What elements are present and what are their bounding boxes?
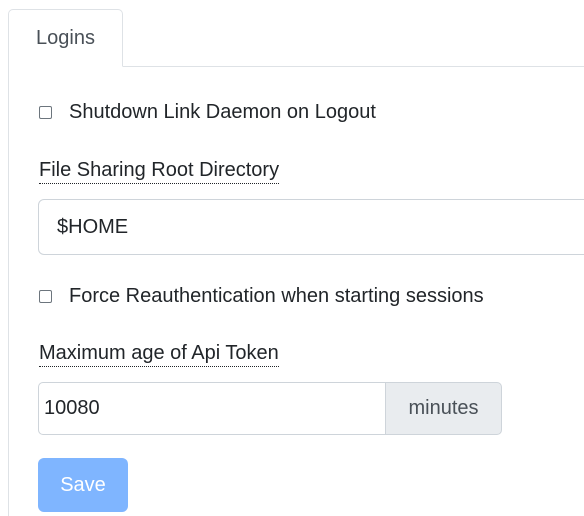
force-reauth-row[interactable]: Force Reauthentication when starting ses… — [39, 283, 484, 309]
api-token-age-value: 10080 — [44, 397, 100, 419]
save-button[interactable]: Save — [38, 458, 128, 512]
panel-border — [8, 66, 9, 516]
tab-strip-border — [123, 66, 584, 67]
shutdown-daemon-checkbox[interactable] — [39, 105, 52, 119]
api-token-age-label: Maximum age of Api Token — [39, 340, 279, 367]
root-directory-value: $HOME — [57, 215, 129, 238]
force-reauth-label: Force Reauthentication when starting ses… — [69, 284, 484, 307]
root-directory-label: File Sharing Root Directory — [39, 157, 280, 184]
api-token-age-unit: minutes — [385, 382, 502, 435]
shutdown-daemon-row[interactable]: Shutdown Link Daemon on Logout — [39, 99, 376, 125]
force-reauth-checkbox[interactable] — [39, 289, 52, 303]
api-token-age-unit-label: minutes — [408, 397, 479, 419]
save-button-label: Save — [60, 473, 106, 496]
api-token-age-input[interactable]: 10080 — [38, 382, 386, 435]
root-directory-input[interactable]: $HOME — [38, 199, 584, 255]
settings-page: Logins Shutdown Link Daemon on Logout Fi… — [0, 0, 584, 516]
shutdown-daemon-label: Shutdown Link Daemon on Logout — [69, 100, 376, 123]
tab-logins-label: Logins — [36, 26, 95, 49]
tab-logins[interactable]: Logins — [8, 9, 123, 67]
